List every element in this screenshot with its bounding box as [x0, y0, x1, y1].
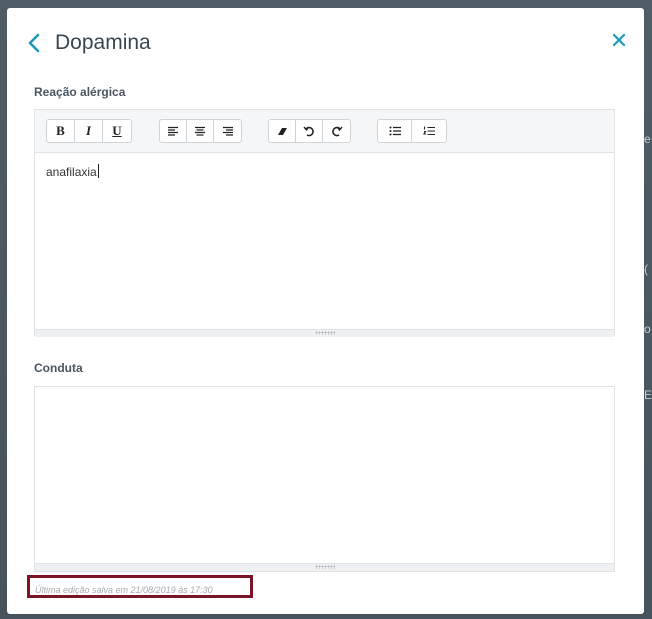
- conduct-text-area[interactable]: [35, 387, 614, 571]
- close-icon[interactable]: [611, 32, 627, 48]
- reaction-editor: B I U anafilaxia: [34, 109, 615, 337]
- undo-icon: [303, 126, 314, 137]
- grip-icon: [314, 331, 335, 335]
- history-group: [268, 119, 351, 143]
- align-center-icon: [195, 126, 205, 136]
- editor-toolbar: B I U: [35, 110, 614, 153]
- eraser-icon: [278, 128, 287, 135]
- resize-handle[interactable]: [35, 329, 614, 337]
- bullet-list-icon: [389, 126, 401, 136]
- italic-button[interactable]: I: [75, 120, 103, 142]
- bullet-list-button[interactable]: [378, 120, 412, 142]
- chevron-left-icon[interactable]: [26, 32, 44, 54]
- last-saved-text: Última edição salva em 21/08/2019 às 17:…: [35, 585, 213, 595]
- background-fragment: e: [644, 132, 651, 146]
- italic-glyph: I: [85, 123, 92, 138]
- redo-icon: [331, 126, 343, 137]
- text-caret: [97, 164, 99, 178]
- conduct-editor[interactable]: [34, 386, 615, 572]
- resize-handle[interactable]: [35, 563, 614, 571]
- modal-title: Dopamina: [55, 31, 151, 54]
- align-left-icon: [168, 126, 178, 136]
- bold-button[interactable]: B: [47, 120, 75, 142]
- conduct-label: Conduta: [34, 361, 83, 375]
- reaction-text-area[interactable]: anafilaxia: [35, 153, 614, 337]
- alignment-group: [159, 119, 242, 143]
- redo-button[interactable]: [323, 120, 350, 142]
- list-group: [377, 119, 447, 143]
- numbered-list-button[interactable]: [412, 120, 446, 142]
- underline-button[interactable]: U: [103, 120, 131, 142]
- align-left-button[interactable]: [160, 120, 187, 142]
- allergy-edit-modal: Dopamina Reação alérgica B I U anafilaxi…: [7, 8, 644, 614]
- align-right-icon: [222, 126, 233, 136]
- clear-format-button[interactable]: [269, 120, 296, 142]
- reaction-text: anafilaxia: [46, 164, 99, 179]
- align-right-button[interactable]: [214, 120, 241, 142]
- bold-glyph: B: [56, 123, 65, 138]
- background-fragment: (: [644, 262, 648, 276]
- text-style-group: B I U: [46, 119, 132, 143]
- background-fragment: E: [644, 388, 652, 402]
- grip-icon: [314, 565, 335, 569]
- align-center-button[interactable]: [187, 120, 214, 142]
- background-fragment: o: [644, 322, 651, 336]
- undo-button[interactable]: [296, 120, 323, 142]
- reaction-text-value: anafilaxia: [46, 165, 97, 179]
- underline-glyph: U: [112, 123, 122, 138]
- reaction-label: Reação alérgica: [34, 85, 126, 99]
- numbered-list-icon: [423, 126, 435, 135]
